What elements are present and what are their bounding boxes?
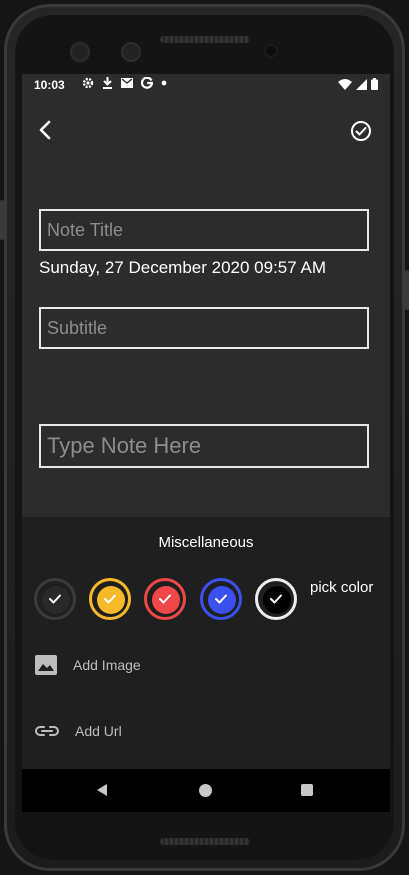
system-status-icons — [338, 78, 378, 90]
note-datetime: Sunday, 27 December 2020 09:57 AM — [39, 258, 326, 277]
color-swatch-yellow[interactable] — [89, 578, 131, 620]
miscellaneous-panel: Miscellaneous pick color Add Image Add U… — [22, 517, 390, 769]
check-icon — [159, 594, 171, 604]
signal-icon — [356, 78, 367, 90]
battery-icon — [371, 78, 378, 90]
download-icon — [103, 77, 112, 89]
chevron-left-icon — [39, 120, 51, 140]
power-button — [405, 270, 409, 310]
home-nav-icon[interactable] — [199, 784, 212, 797]
front-camera-secondary — [121, 42, 141, 62]
add-url-button[interactable]: Add Url — [35, 723, 122, 739]
recents-nav-icon[interactable] — [301, 784, 313, 796]
app-screen: 10:03 Note Title Sunday, 27 December 202… — [22, 74, 390, 812]
check-icon — [270, 594, 282, 604]
back-button[interactable] — [36, 120, 56, 140]
mail-icon — [121, 78, 133, 88]
dot-icon — [161, 80, 167, 86]
status-time: 10:03 — [34, 78, 65, 92]
add-image-label: Add Image — [73, 657, 141, 673]
notification-icons — [82, 77, 167, 89]
front-camera — [70, 42, 90, 62]
proximity-sensor — [264, 44, 278, 58]
pick-color-button[interactable]: pick color — [310, 579, 373, 596]
google-icon — [141, 77, 153, 89]
volume-button — [0, 200, 4, 240]
color-swatch-default[interactable] — [34, 578, 76, 620]
link-icon — [35, 726, 59, 736]
color-swatch-red[interactable] — [144, 578, 186, 620]
wifi-icon — [338, 78, 352, 90]
note-subtitle-input[interactable] — [39, 307, 369, 349]
status-bar: 10:03 — [22, 74, 390, 96]
miscellaneous-title: Miscellaneous — [158, 534, 254, 551]
back-nav-icon[interactable] — [95, 783, 109, 797]
system-navigation-bar — [22, 769, 390, 812]
check-circle-icon — [351, 121, 371, 141]
note-title-input[interactable] — [39, 209, 369, 251]
bottom-speaker — [160, 838, 250, 845]
color-swatch-black[interactable] — [255, 578, 297, 620]
image-icon — [35, 655, 57, 675]
add-image-button[interactable]: Add Image — [35, 655, 141, 675]
color-swatch-blue[interactable] — [200, 578, 242, 620]
add-url-label: Add Url — [75, 723, 122, 739]
check-icon — [104, 594, 116, 604]
check-icon — [49, 594, 61, 604]
earpiece-speaker — [160, 36, 250, 43]
gear-icon — [82, 77, 94, 89]
check-icon — [215, 594, 227, 604]
note-body-input[interactable] — [39, 424, 369, 468]
save-note-button[interactable] — [350, 120, 372, 142]
